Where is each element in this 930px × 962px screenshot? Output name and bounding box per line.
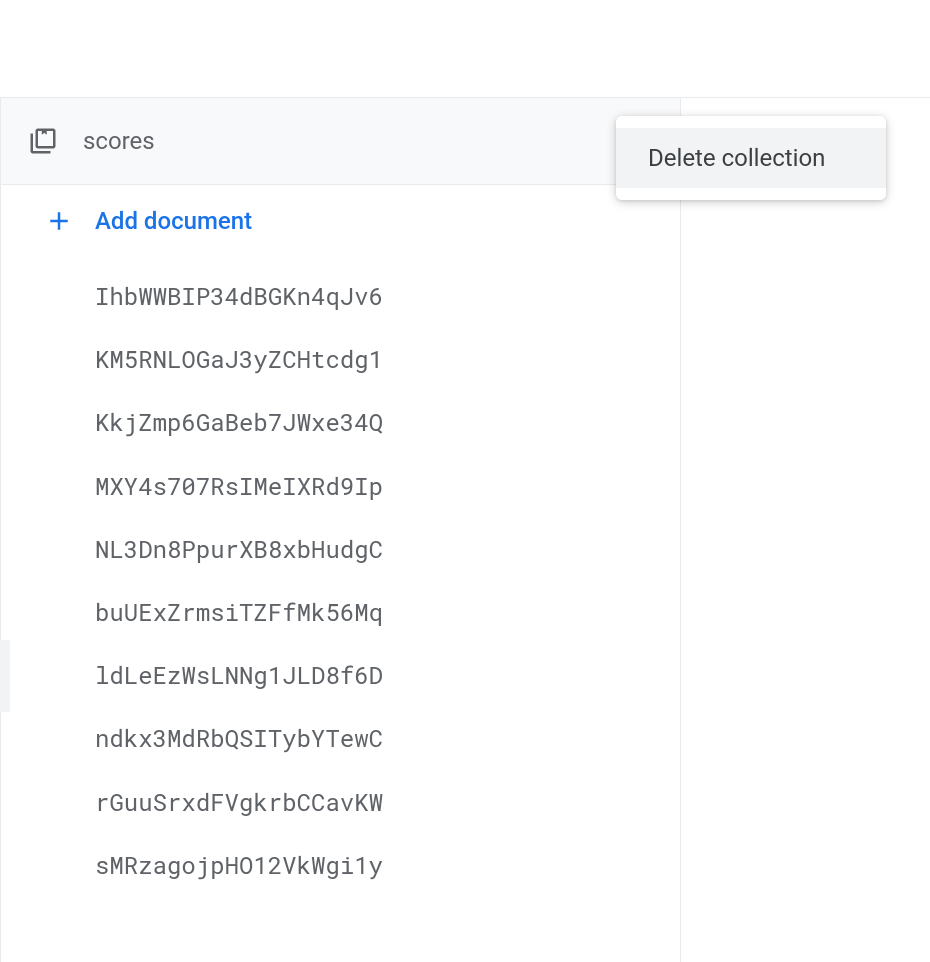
document-item[interactable]: NL3Dn8PpurXB8xbHudgC	[1, 518, 680, 581]
add-document-button[interactable]: Add document	[1, 185, 680, 257]
right-panel	[681, 98, 930, 962]
document-list: IhbWWBIP34dBGKn4qJv6 KM5RNLOGaJ3yZCHtcdg…	[1, 257, 680, 905]
main-container: scores Add document IhbWWBIP34dBGKn4qJv6…	[0, 98, 930, 962]
document-item[interactable]: KkjZmp6GaBeb7JWxe34Q	[1, 391, 680, 454]
collection-panel: scores Add document IhbWWBIP34dBGKn4qJv6…	[0, 98, 681, 962]
document-item[interactable]: buUExZrmsiTZFfMk56Mq	[1, 581, 680, 644]
document-item[interactable]: IhbWWBIP34dBGKn4qJv6	[1, 265, 680, 328]
collection-title: scores	[83, 127, 612, 155]
collection-icon	[25, 123, 61, 159]
add-icon	[43, 205, 75, 237]
document-item[interactable]: ndkx3MdRbQSITybYTewC	[1, 707, 680, 770]
add-document-label: Add document	[95, 207, 252, 235]
document-item[interactable]: sMRzagojpHO12VkWgi1y	[1, 834, 680, 897]
delete-collection-menu-item[interactable]: Delete collection	[616, 128, 886, 188]
document-item[interactable]: ldLeEzWsLNNg1JLD8f6D	[1, 644, 680, 707]
document-item[interactable]: KM5RNLOGaJ3yZCHtcdg1	[1, 328, 680, 391]
left-edge-indicator	[0, 640, 10, 712]
collection-header: scores	[1, 98, 680, 185]
document-item[interactable]: rGuuSrxdFVgkrbCCavKW	[1, 771, 680, 834]
context-menu: Delete collection	[616, 116, 886, 200]
top-spacer	[0, 0, 930, 98]
document-item[interactable]: MXY4s707RsIMeIXRd9Ip	[1, 455, 680, 518]
